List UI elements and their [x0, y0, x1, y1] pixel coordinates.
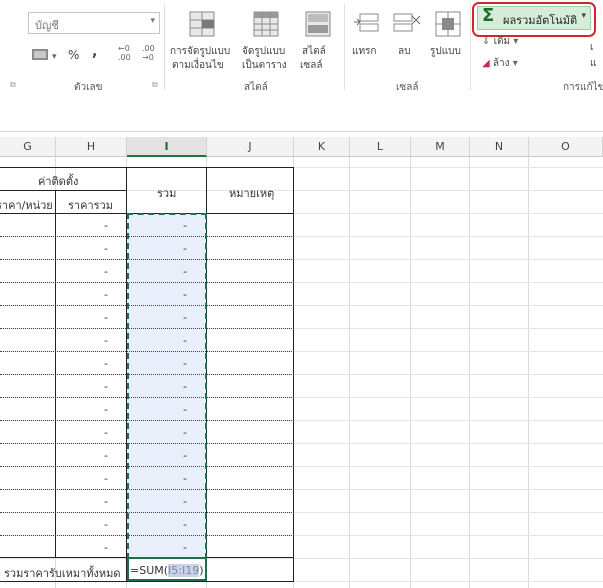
value-cell-h[interactable]: -	[104, 242, 108, 255]
worksheet-grid[interactable]	[0, 157, 603, 588]
eraser-icon: ◢	[482, 58, 490, 69]
column-header-k[interactable]: K	[294, 137, 350, 157]
value-cell-h[interactable]: -	[104, 518, 108, 531]
header-total-price: ราคารวม	[68, 199, 113, 212]
decrease-decimal-icon: →0	[142, 53, 154, 62]
header-unit-price: ราคา/หน่วย	[0, 199, 53, 212]
column-header-h[interactable]: H	[56, 137, 127, 157]
cell-styles-button[interactable]: สไตล์ เซลล์	[298, 6, 342, 74]
sum-formula[interactable]: =SUM(I5:I19)	[130, 564, 204, 577]
column-header-j[interactable]: J	[207, 137, 294, 157]
header-note: หมายเหตุ	[229, 187, 275, 200]
column-header-i[interactable]: I	[127, 137, 207, 157]
ribbon-separator	[344, 4, 345, 90]
fill-down-icon: ⇓	[482, 36, 491, 47]
ribbon: บัญชี ▾ ▾ % , ←0.00 .00 →0 ตัวเลข ⧉ ⧉ การ…	[0, 0, 603, 96]
value-cell-h[interactable]: -	[104, 219, 108, 232]
ribbon-separator	[164, 4, 165, 90]
footer-total-label: รวมราคารับเหมาทั้งหมด	[4, 567, 121, 580]
cell-styles-icon	[305, 11, 331, 37]
increase-decimal-icon: ←0	[118, 44, 130, 53]
header-sum: รวม	[157, 187, 177, 200]
find-select-button[interactable]: แ	[590, 56, 596, 71]
column-header-g[interactable]: G	[0, 137, 56, 157]
value-cell-h[interactable]: -	[104, 495, 108, 508]
insert-cells-button[interactable]: แทรก	[350, 6, 386, 64]
number-format-value: บัญชี	[35, 19, 59, 32]
value-cell-h[interactable]: -	[104, 449, 108, 462]
insert-cells-icon	[354, 13, 379, 32]
ribbon-separator	[470, 4, 471, 90]
number-group-launcher-icon[interactable]: ⧉	[152, 80, 158, 90]
clipboard-group-launcher-icon[interactable]: ⧉	[10, 80, 16, 90]
delete-cells-button[interactable]: ลบ	[390, 6, 426, 64]
number-group-label: ตัวเลข	[74, 82, 103, 93]
format-as-table-button[interactable]: จัดรูปแบบ เป็นตาราง	[240, 6, 296, 74]
accounting-format-button[interactable]: ▾	[30, 46, 60, 64]
cells-group-label: เซลล์	[396, 82, 419, 93]
increase-decimal-button[interactable]: ←0.00	[118, 44, 136, 66]
value-cell-h[interactable]: -	[104, 311, 108, 324]
conditional-formatting-icon	[189, 11, 215, 37]
column-header-n[interactable]: N	[470, 137, 529, 157]
column-header-m[interactable]: M	[411, 137, 470, 157]
chevron-down-icon: ▾	[150, 16, 155, 26]
number-format-dropdown[interactable]: บัญชี ▾	[28, 12, 160, 34]
svg-text:▾: ▾	[52, 52, 57, 62]
header-install-cost: ค่าติดตั้ง	[38, 175, 79, 188]
column-header-l[interactable]: L	[350, 137, 411, 157]
percent-button[interactable]: %	[68, 48, 79, 62]
format-as-table-icon	[253, 11, 279, 37]
value-cell-h[interactable]: -	[104, 288, 108, 301]
sum-range-marquee	[127, 213, 207, 559]
value-cell-h[interactable]: -	[104, 357, 108, 370]
value-cell-h[interactable]: -	[104, 472, 108, 485]
currency-icon: ▾	[32, 49, 57, 62]
comma-button[interactable]: ,	[92, 44, 97, 60]
value-cell-h[interactable]: -	[104, 426, 108, 439]
value-cell-h[interactable]: -	[104, 541, 108, 554]
delete-cells-icon	[393, 13, 421, 32]
format-cells-button[interactable]: รูปแบบ	[430, 6, 470, 64]
fill-button[interactable]: ⇓ เติม ▾	[482, 34, 518, 49]
autosum-highlight	[472, 2, 596, 37]
value-cell-h[interactable]: -	[104, 380, 108, 393]
styles-group-label: สไตล์	[244, 82, 268, 93]
value-cell-h[interactable]: -	[104, 265, 108, 278]
decrease-decimal-button[interactable]: .00 →0	[142, 44, 160, 66]
clear-button[interactable]: ◢ ล้าง ▾	[482, 56, 518, 71]
sort-filter-button[interactable]: เ	[590, 40, 593, 55]
format-cells-icon	[435, 11, 461, 37]
value-cell-h[interactable]: -	[104, 334, 108, 347]
column-header-o[interactable]: O	[529, 137, 603, 157]
formula-bar[interactable]	[0, 95, 603, 132]
editing-group-label: การแก้ไข	[563, 82, 603, 93]
value-cell-h[interactable]: -	[104, 403, 108, 416]
conditional-formatting-button[interactable]: การจัดรูปแบบ ตามเงื่อนไข	[168, 6, 238, 74]
